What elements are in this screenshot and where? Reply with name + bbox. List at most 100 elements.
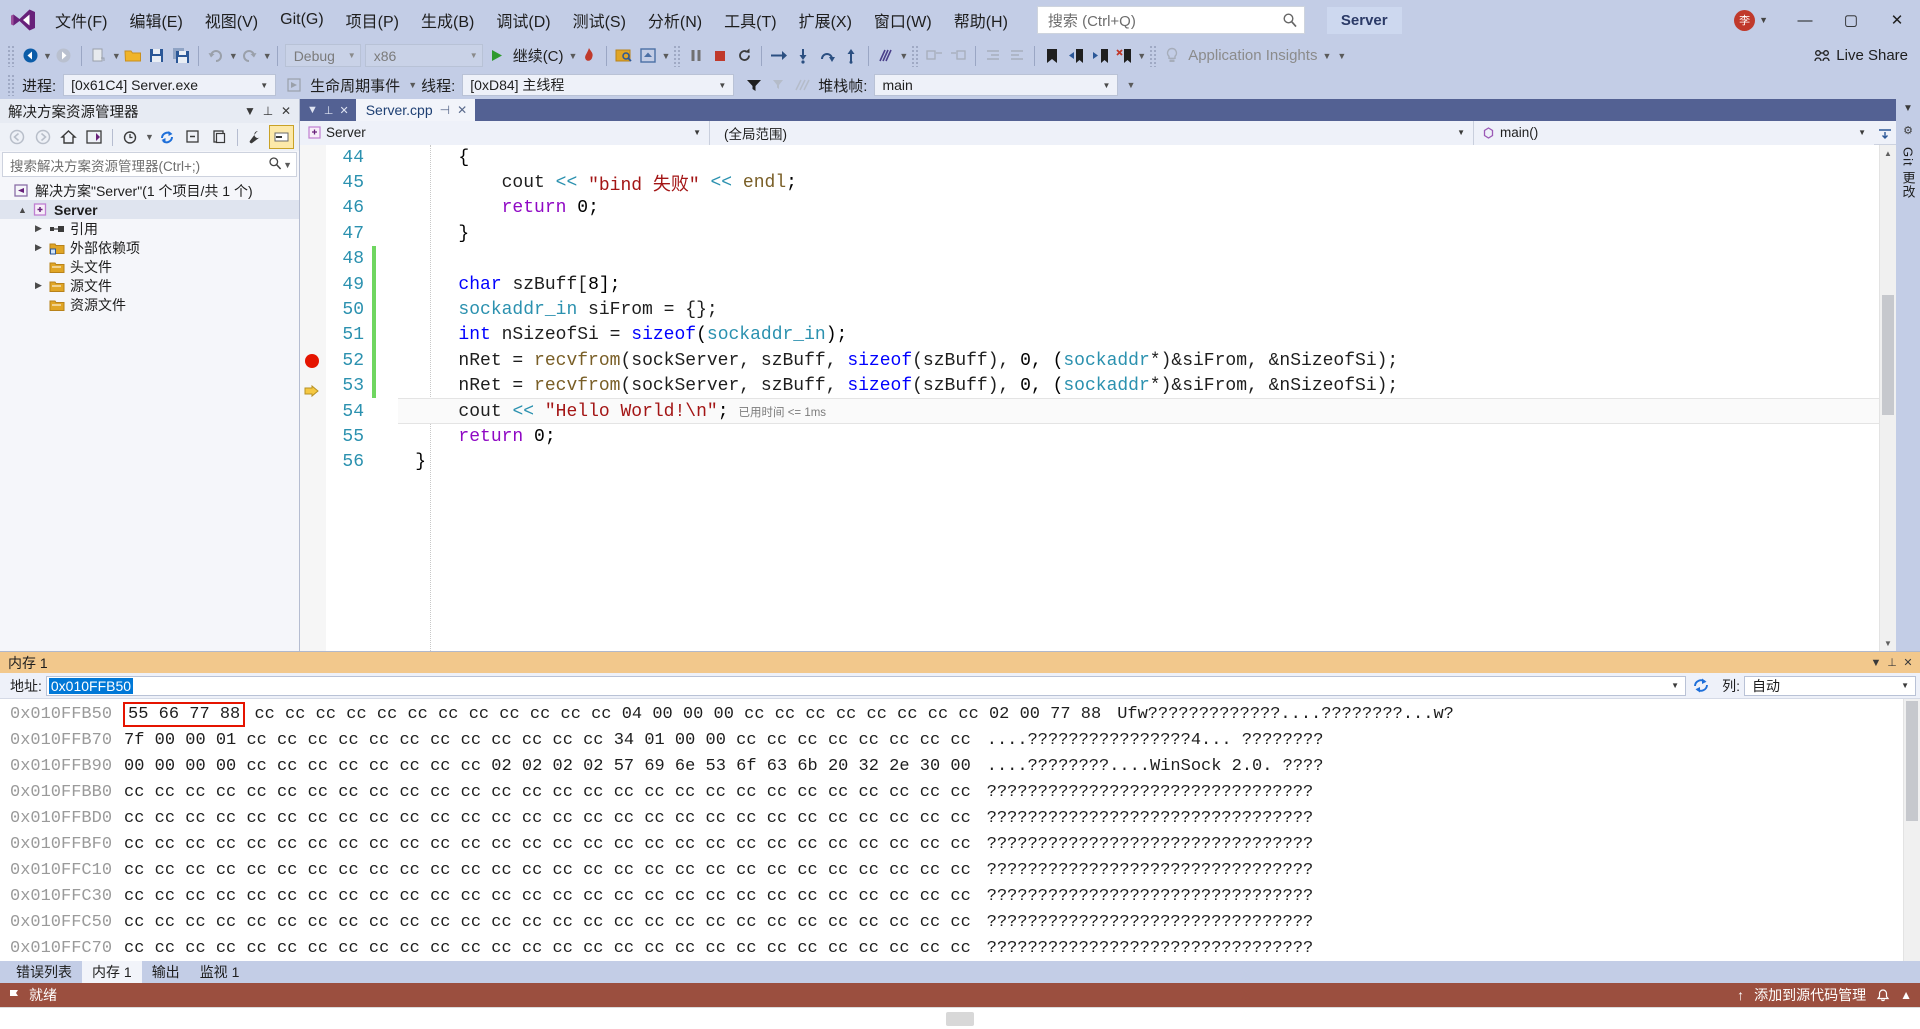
memory-scrollbar-thumb[interactable]: [1906, 701, 1918, 821]
breakpoint-gutter[interactable]: [300, 145, 326, 651]
menu-test[interactable]: 测试(S): [562, 2, 637, 38]
tree-item-source-files[interactable]: ▶ 源文件: [0, 276, 299, 295]
expand-arrow-external-deps[interactable]: ▶: [30, 242, 47, 253]
clear-bookmarks-icon[interactable]: [1112, 43, 1136, 69]
memory-close-icon[interactable]: ✕: [1900, 655, 1916, 671]
lifecycle-events-label[interactable]: 生命周期事件: [306, 75, 407, 96]
tree-item-header-files[interactable]: 头文件: [0, 257, 299, 276]
code-line[interactable]: nRet = recvfrom (sockServer, szBuff, size…: [372, 348, 1879, 373]
process-combo[interactable]: [0x61C4] Server.exe ▼: [63, 74, 277, 96]
maximize-button[interactable]: ▢: [1828, 4, 1874, 36]
taskbar-item[interactable]: [946, 1011, 974, 1026]
comment-selection-icon[interactable]: [922, 43, 946, 69]
new-project-icon[interactable]: [87, 43, 111, 69]
code-line[interactable]: cout << "Hello World!\n"; 已用时间 <= 1ms: [372, 399, 1879, 424]
navigate-forward-icon[interactable]: [52, 43, 76, 69]
menu-analyze[interactable]: 分析(N): [637, 2, 713, 38]
code-editor[interactable]: 44 45 46 47 48 49 50 51 52 53 54 55 56 {…: [300, 145, 1896, 651]
memory-row[interactable]: 0x010FFC70 cc cc cc cc cc cc cc cc cc cc …: [0, 935, 1903, 961]
attach-to-process-icon[interactable]: [612, 43, 636, 69]
menu-extensions[interactable]: 扩展(X): [788, 2, 863, 38]
tree-item-resource-files[interactable]: 资源文件: [0, 295, 299, 314]
panel-dropdown-icon[interactable]: ▼: [241, 102, 259, 120]
properties-wrench-icon[interactable]: [243, 125, 268, 149]
solution-configuration-combo[interactable]: Debug ▼: [284, 44, 361, 67]
code-line[interactable]: return 0;: [372, 196, 1879, 221]
step-out-icon[interactable]: [839, 43, 863, 69]
code-line[interactable]: }: [372, 221, 1879, 246]
navigate-backward-dropdown-icon[interactable]: ▼: [43, 51, 52, 61]
redo-dropdown-icon[interactable]: ▼: [263, 51, 272, 61]
toolbar-grip[interactable]: [7, 44, 15, 67]
code-line[interactable]: [372, 247, 1879, 272]
diagnostics-dropdown-icon[interactable]: ▼: [899, 51, 908, 61]
continue-play-icon[interactable]: [485, 43, 509, 69]
forward-icon[interactable]: [30, 125, 55, 149]
code-line[interactable]: return 0;: [372, 424, 1879, 449]
menu-build[interactable]: 生成(B): [410, 2, 485, 38]
save-icon[interactable]: [145, 43, 169, 69]
editor-vertical-scrollbar[interactable]: ▲ ▼: [1879, 145, 1896, 651]
collapse-all-icon[interactable]: [181, 125, 206, 149]
step-into-icon[interactable]: [791, 43, 815, 69]
redo-icon[interactable]: [238, 43, 262, 69]
memory-dropdown-icon[interactable]: ▼: [1868, 655, 1884, 671]
filter-threads-icon[interactable]: [742, 72, 766, 98]
memory-row[interactable]: 0x010FFBB0 cc cc cc cc cc cc cc cc cc cc …: [0, 779, 1903, 805]
memory-row[interactable]: 0x010FFBD0 cc cc cc cc cc cc cc cc cc cc …: [0, 805, 1903, 831]
editor-scrollbar-thumb[interactable]: [1882, 295, 1894, 415]
memory-row[interactable]: 0x010FFB90 00 00 00 00 cc cc cc cc cc cc …: [0, 753, 1903, 779]
expand-arrow-references[interactable]: ▶: [30, 223, 47, 234]
scroll-down-icon[interactable]: ▼: [1880, 635, 1896, 651]
uncomment-selection-icon[interactable]: [946, 43, 970, 69]
status-expand-icon[interactable]: ▲: [1900, 988, 1912, 1002]
menu-git[interactable]: Git(G): [269, 5, 335, 35]
tree-item-solution[interactable]: 解决方案"Server"(1 个项目/共 1 个): [0, 181, 299, 200]
tree-item-references[interactable]: ▶ 引用: [0, 219, 299, 238]
stop-debugging-icon[interactable]: [708, 43, 732, 69]
expand-arrow-source-files[interactable]: ▶: [30, 280, 47, 291]
memory-reevaluate-icon[interactable]: [1690, 675, 1712, 697]
application-insights-dropdown-icon[interactable]: ▼: [1322, 51, 1331, 61]
switch-views-icon[interactable]: [82, 125, 107, 149]
status-upload-icon[interactable]: ↑: [1737, 987, 1744, 1003]
live-share-button[interactable]: Live Share: [1802, 47, 1920, 64]
menu-window[interactable]: 窗口(W): [863, 2, 943, 38]
show-all-files-icon[interactable]: [207, 125, 232, 149]
undo-dropdown-icon[interactable]: ▼: [229, 51, 238, 61]
thread-combo[interactable]: [0xD84] 主线程 ▼: [462, 74, 735, 96]
memory-row[interactable]: 0x010FFB50 55 66 77 88 cc cc cc cc cc cc …: [0, 701, 1903, 727]
toolbar-grip-3[interactable]: [911, 44, 920, 67]
bottom-tab-output[interactable]: 输出: [142, 960, 190, 984]
global-search-input[interactable]: 搜索 (Ctrl+Q): [1036, 6, 1305, 34]
continue-button-label[interactable]: 继续(C): [509, 45, 568, 66]
debug-target-icon[interactable]: [636, 43, 660, 69]
home-icon[interactable]: [56, 125, 81, 149]
step-over-icon[interactable]: [815, 43, 839, 69]
navigate-backward-icon[interactable]: [18, 43, 42, 69]
menu-help[interactable]: 帮助(H): [943, 2, 1019, 38]
open-file-icon[interactable]: [121, 43, 145, 69]
menu-tools[interactable]: 工具(T): [713, 2, 787, 38]
tab-close-icon[interactable]: ✕: [457, 103, 467, 117]
pin-tab-icon[interactable]: ⊥: [324, 104, 334, 117]
thread-marker-icon[interactable]: [790, 72, 814, 98]
bottom-tab-memory-1[interactable]: 内存 1: [82, 960, 142, 984]
memory-pin-icon[interactable]: ⊥: [1884, 655, 1900, 671]
menu-file[interactable]: 文件(F): [44, 2, 118, 38]
back-icon[interactable]: [4, 125, 29, 149]
close-tab-group-icon[interactable]: ✕: [339, 104, 348, 117]
code-line[interactable]: char szBuff[8];: [372, 272, 1879, 297]
memory-columns-combo[interactable]: 自动 ▼: [1744, 675, 1916, 696]
code-line[interactable]: {: [372, 145, 1879, 170]
menu-edit[interactable]: 编辑(E): [118, 2, 193, 38]
user-account-button[interactable]: 李 ▼: [1734, 9, 1768, 31]
nav-scope-combo[interactable]: (全局范围) ▼: [710, 120, 1474, 145]
menu-project[interactable]: 项目(P): [335, 2, 410, 38]
preview-selected-items-icon[interactable]: [268, 125, 294, 149]
tab-list-dropdown-icon[interactable]: ▼: [307, 104, 318, 116]
bottom-tab-watch-1[interactable]: 监视 1: [190, 960, 250, 984]
show-diagnostics-icon[interactable]: [874, 43, 898, 69]
tab-server-cpp[interactable]: Server.cpp ⊣ ✕: [355, 99, 476, 121]
memory-row[interactable]: 0x010FFC10 cc cc cc cc cc cc cc cc cc cc …: [0, 857, 1903, 883]
